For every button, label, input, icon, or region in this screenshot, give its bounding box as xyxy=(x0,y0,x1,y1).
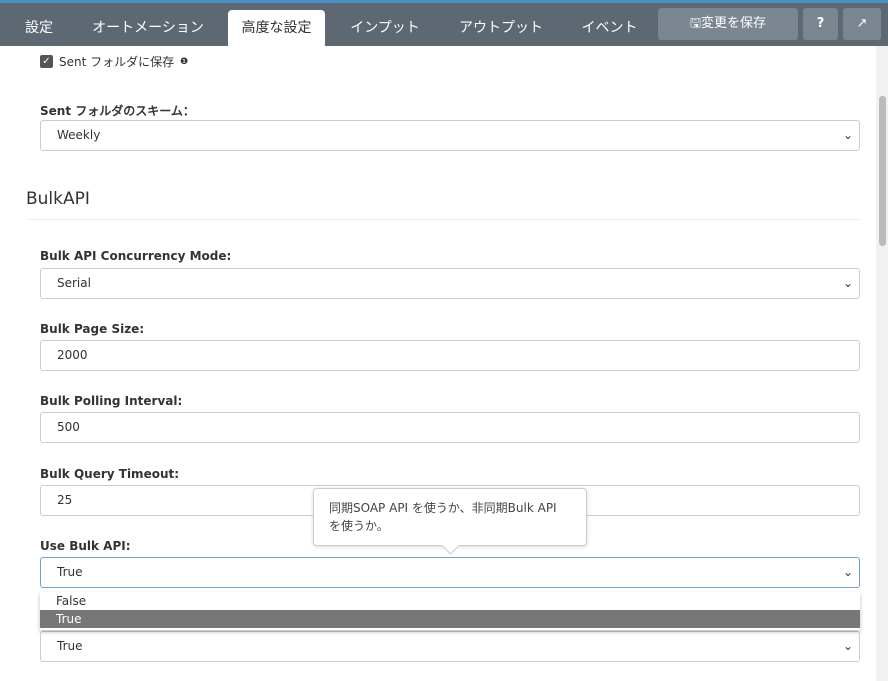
select-value: Weekly xyxy=(57,128,101,142)
tab-input[interactable]: インプット xyxy=(335,10,435,46)
help-button[interactable]: ? xyxy=(803,8,838,40)
chevron-down-icon: ⌄ xyxy=(842,639,853,653)
sent-scheme-label: Sent フォルダのスキーム： xyxy=(40,104,195,118)
select-value: True xyxy=(57,565,83,579)
scrollbar[interactable] xyxy=(876,46,888,681)
chevron-down-icon: ⌄ xyxy=(842,128,853,142)
tab-output[interactable]: アウトプット xyxy=(445,10,557,46)
tab-advanced-settings[interactable]: 高度な設定 xyxy=(228,10,325,46)
next-select[interactable]: True ⌄ xyxy=(40,631,860,662)
tab-bar: 設定 オートメーション 高度な設定 インプット アウトプット イベント 🖫変更を… xyxy=(0,3,888,46)
sent-folder-checkbox-row[interactable]: ✓ Sent フォルダに保存 ❶ xyxy=(40,53,188,70)
save-label: 変更を保存 xyxy=(701,16,767,31)
chevron-down-icon: ⌄ xyxy=(842,276,853,290)
tooltip: 同期SOAP API を使うか、非同期Bulk API を使うか。 xyxy=(313,488,587,546)
concurrency-select[interactable]: Serial ⌄ xyxy=(40,268,860,299)
option-false[interactable]: False xyxy=(40,592,860,610)
divider xyxy=(26,219,860,220)
sent-folder-label: Sent フォルダに保存 xyxy=(59,55,175,69)
use-bulk-select[interactable]: True ⌄ xyxy=(40,557,860,588)
external-link-icon: ↗ xyxy=(856,16,868,31)
polling-input[interactable]: 500 xyxy=(40,412,860,443)
use-bulk-label: Use Bulk API: xyxy=(40,539,131,553)
timeout-label: Bulk Query Timeout: xyxy=(40,467,180,481)
sent-scheme-select[interactable]: Weekly ⌄ xyxy=(40,120,860,151)
polling-label: Bulk Polling Interval: xyxy=(40,394,183,408)
save-icon: 🖫 xyxy=(689,16,702,31)
checkbox[interactable]: ✓ xyxy=(40,55,53,68)
page-size-label: Bulk Page Size: xyxy=(40,322,145,336)
save-changes-button[interactable]: 🖫変更を保存 xyxy=(658,8,798,40)
info-icon[interactable]: ❶ xyxy=(180,57,188,67)
option-true[interactable]: True xyxy=(40,610,860,628)
tab-settings[interactable]: 設定 xyxy=(10,10,68,46)
tab-automation[interactable]: オートメーション xyxy=(78,10,218,46)
concurrency-label: Bulk API Concurrency Mode: xyxy=(40,249,232,263)
help-icon: ? xyxy=(816,16,825,31)
chevron-down-icon: ⌄ xyxy=(842,565,853,579)
tooltip-text: 同期SOAP API を使うか、非同期Bulk API を使うか。 xyxy=(329,501,557,533)
scrollbar-thumb[interactable] xyxy=(879,96,886,246)
section-title: BulkAPI xyxy=(26,189,90,209)
tab-events[interactable]: イベント xyxy=(567,10,652,46)
page-size-input[interactable]: 2000 xyxy=(40,340,860,371)
select-value: True xyxy=(57,639,83,653)
open-external-button[interactable]: ↗ xyxy=(843,8,881,40)
select-value: Serial xyxy=(57,276,91,290)
use-bulk-dropdown: False True xyxy=(40,592,860,630)
